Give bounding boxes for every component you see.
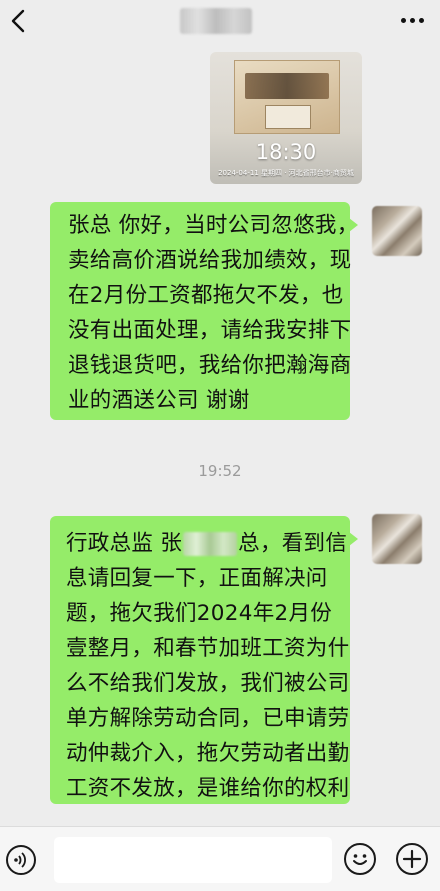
box-label bbox=[245, 73, 329, 99]
message-bubble-2[interactable]: 行政总监 张总，看到信 息请回复一下，正面解决问 题，拖欠我们2024年2月份 … bbox=[50, 516, 358, 804]
message-line: 张总 你好，当时公司忽悠我， bbox=[68, 213, 359, 238]
message-line: 单方解除劳动合同，已申请劳 bbox=[66, 706, 350, 731]
input-bar bbox=[0, 826, 440, 891]
plus-icon[interactable] bbox=[396, 843, 428, 875]
ellipsis-icon[interactable] bbox=[398, 10, 426, 30]
message-line: 壹整月，和春节加班工资为什 bbox=[66, 636, 350, 661]
redacted-name bbox=[183, 532, 238, 556]
avatar[interactable] bbox=[372, 206, 422, 256]
chat-title-redacted bbox=[180, 8, 252, 34]
avatar[interactable] bbox=[372, 514, 422, 564]
message-line: 题，拖欠我们2024年2月份 bbox=[66, 601, 333, 626]
message-line: 么不给我们发放，我们被公司 bbox=[66, 671, 350, 696]
video-duration: 18:30 bbox=[255, 140, 317, 164]
message-line: 在2月份工资都拖欠不发，也 bbox=[68, 283, 344, 308]
chevron-left-icon[interactable] bbox=[8, 6, 32, 36]
message-line: 没有出面处理，请给我安排下 bbox=[68, 318, 352, 343]
timestamp: 19:52 bbox=[198, 462, 242, 480]
message-line: 退钱退货吧，我给你把瀚海商 bbox=[68, 353, 352, 378]
video-message[interactable]: 18:30 2024-04-11 星期四 · 河北省邢台市·商贸城 bbox=[210, 52, 362, 184]
video-thumbnail-box bbox=[234, 60, 340, 134]
message-line: 动仲裁介入，拖欠劳动者出勤 bbox=[66, 741, 350, 766]
message-line: 工资不发放，是谁给你的权利 bbox=[66, 776, 350, 801]
message-line: 息请回复一下，正面解决问 bbox=[66, 566, 328, 591]
message-line: 业的酒送公司 谢谢 bbox=[68, 388, 250, 413]
voice-icon[interactable] bbox=[6, 845, 36, 875]
message-line-suffix: 总，看到信 bbox=[238, 531, 348, 556]
emoji-icon[interactable] bbox=[344, 843, 376, 875]
message-input[interactable] bbox=[54, 837, 332, 883]
top-bar bbox=[0, 0, 440, 44]
message-line-prefix: 行政总监 张 bbox=[66, 531, 183, 556]
message-bubble-1[interactable]: 张总 你好，当时公司忽悠我， 卖给高价酒说给我加绩效，现 在2月份工资都拖欠不发… bbox=[50, 202, 359, 420]
message-line: 卖给高价酒说给我加绩效，现 bbox=[68, 248, 352, 273]
message-line: 行政总监 张 总，看到信 bbox=[66, 526, 347, 561]
box-strip bbox=[265, 105, 311, 129]
video-meta: 2024-04-11 星期四 · 河北省邢台市·商贸城 bbox=[218, 169, 354, 177]
